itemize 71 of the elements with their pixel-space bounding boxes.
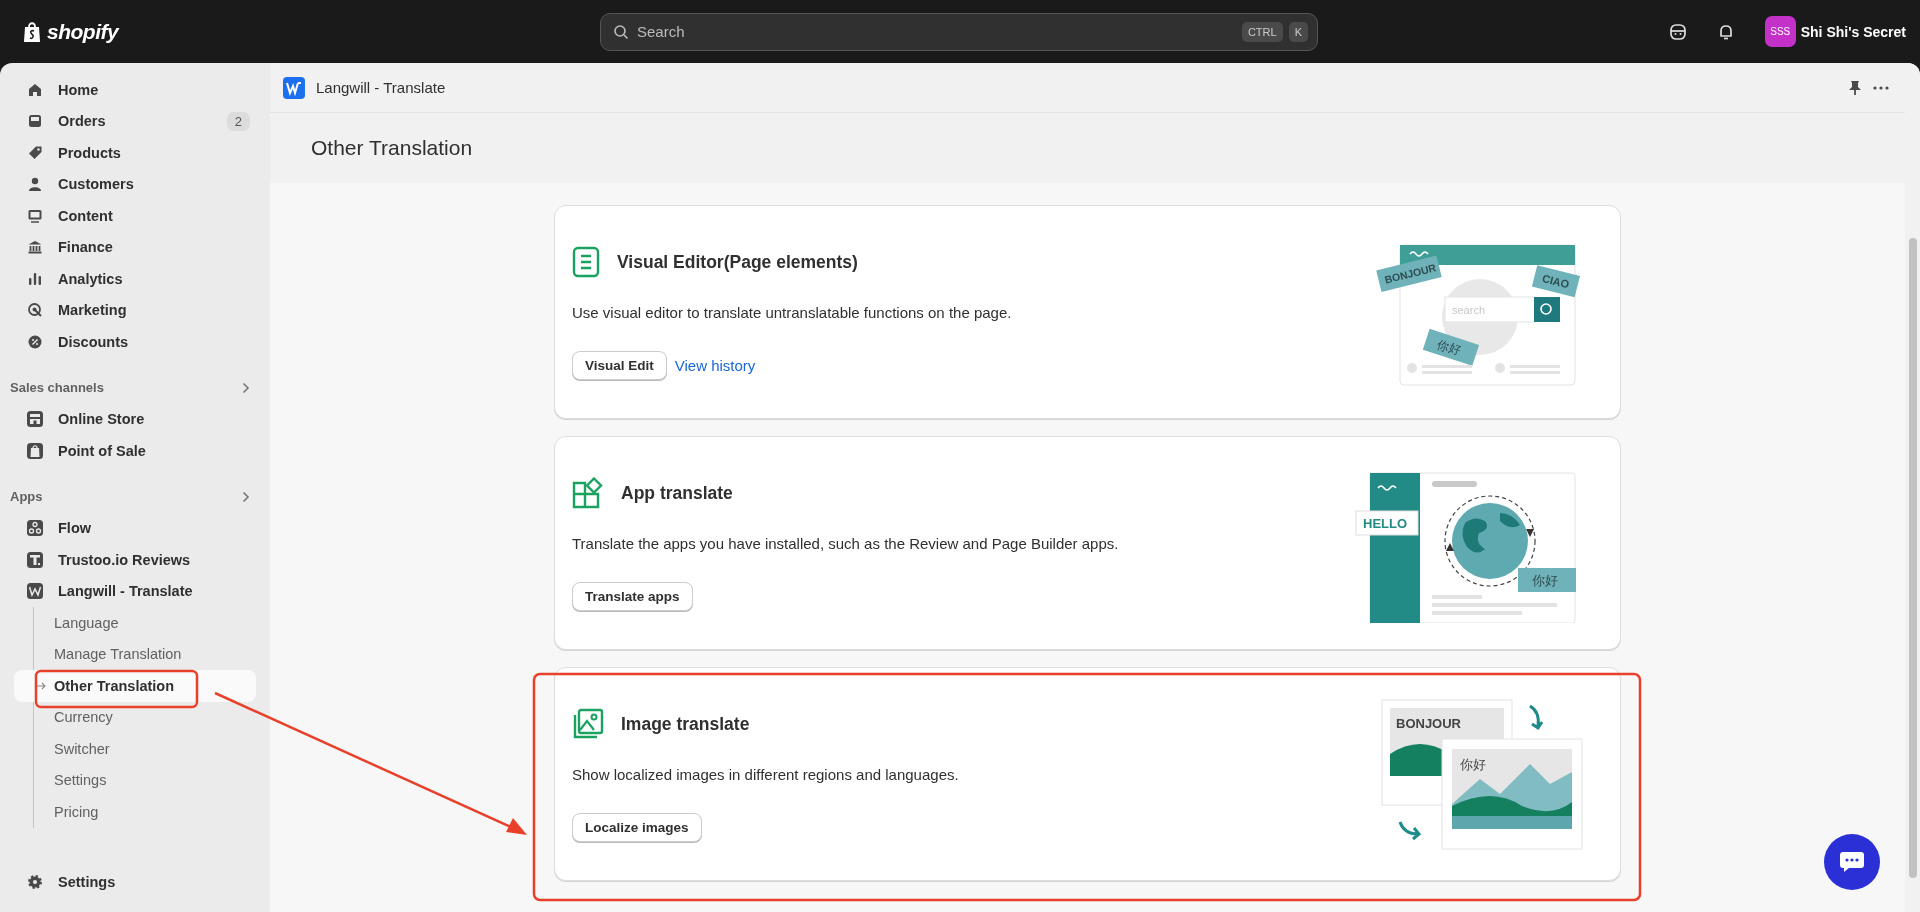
sub-nav-item[interactable]: Manage Translation (34, 638, 270, 670)
document-icon (572, 246, 600, 278)
nav-item[interactable]: Finance (0, 231, 270, 263)
card-description: Use visual editor to translate untranslatable functions on the page. (572, 304, 1012, 321)
arrow-right-icon (36, 682, 46, 690)
action-button[interactable]: Localize images (572, 813, 702, 842)
tag-icon (26, 144, 44, 161)
shopping-bag-icon (22, 20, 42, 43)
sub-nav-item[interactable]: Language (34, 607, 270, 639)
sub-nav-item[interactable]: Switcher (34, 733, 270, 765)
more-options-icon[interactable] (1873, 85, 1889, 90)
history-link[interactable]: View history (674, 357, 756, 374)
chat-bubble-icon (1839, 851, 1865, 873)
nav-item[interactable]: Trustoo.io Reviews (0, 544, 270, 576)
search-icon (613, 23, 629, 40)
nav-item[interactable]: Content (0, 200, 270, 232)
nav-item[interactable]: Marketing (0, 294, 270, 326)
sub-nav-item[interactable]: Other Translation (14, 670, 256, 702)
person-icon (26, 176, 44, 193)
action-button[interactable]: Translate apps (572, 582, 693, 611)
section-heading: Apps (10, 489, 43, 504)
nav-item[interactable]: Products (0, 137, 270, 169)
settings-icon (26, 874, 44, 891)
section-heading: Sales channels (10, 380, 104, 395)
app-icon (26, 582, 44, 601)
nav-item[interactable]: Online Store (0, 403, 270, 435)
card-title: Visual Editor(Page elements) (617, 251, 858, 273)
shopping-bag-icon (26, 441, 44, 460)
face-icon[interactable] (1668, 22, 1687, 41)
nav-item[interactable]: Flow (0, 512, 270, 544)
sub-nav-item[interactable]: Pricing (34, 796, 270, 828)
app-title: Langwill - Translate (316, 79, 446, 96)
home-icon (26, 81, 44, 98)
images-icon (572, 708, 604, 740)
content-icon (26, 207, 44, 224)
pin-icon[interactable] (1848, 79, 1862, 96)
store-name: Shi Shi's Secret (1800, 23, 1906, 40)
app-logo-icon (283, 76, 305, 99)
app-icon (26, 519, 44, 538)
orders-icon (26, 113, 44, 130)
count-badge: 2 (226, 111, 250, 131)
shopify-logo-text: shopify (47, 19, 119, 44)
storefront-icon (26, 410, 44, 429)
card-description: Translate the apps you have installed, such as the Review and Page Builder apps. (572, 535, 1119, 552)
localized-images-drawing: BONJOUR 你好 (1370, 694, 1590, 854)
nav-item[interactable]: Orders 2 (0, 105, 270, 137)
nav-item[interactable]: Discounts (0, 326, 270, 358)
nav-item[interactable]: Point of Sale (0, 435, 270, 467)
page-title: Other Translation (311, 136, 473, 160)
card-title: App translate (621, 482, 733, 504)
nav-item[interactable]: Langwill - Translate (0, 575, 270, 607)
store-menu[interactable]: SSS Shi Shi's Secret (1764, 16, 1906, 47)
chevron-right-icon[interactable] (242, 381, 250, 394)
card-title: Image translate (621, 713, 750, 735)
card-description: Show localized images in different regions and languages. (572, 766, 959, 783)
sub-nav-item[interactable]: Settings (34, 764, 270, 796)
store-avatar: SSS (1764, 16, 1796, 47)
nav-item[interactable]: Customers (0, 168, 270, 200)
scrollbar[interactable] (1905, 63, 1920, 912)
sub-nav-item[interactable]: Currency (34, 701, 270, 733)
discount-icon (26, 333, 44, 350)
action-button[interactable]: Visual Edit (572, 351, 667, 380)
chart-icon (26, 270, 44, 287)
bank-icon (26, 239, 44, 256)
nav-item[interactable]: Analytics (0, 263, 270, 295)
nav-item[interactable]: Settings (0, 866, 270, 898)
chevron-right-icon[interactable] (242, 490, 250, 503)
apps-grid-icon (572, 477, 604, 509)
app-icon (26, 550, 44, 569)
target-icon (26, 302, 44, 319)
nav-item[interactable]: Home (0, 74, 270, 106)
